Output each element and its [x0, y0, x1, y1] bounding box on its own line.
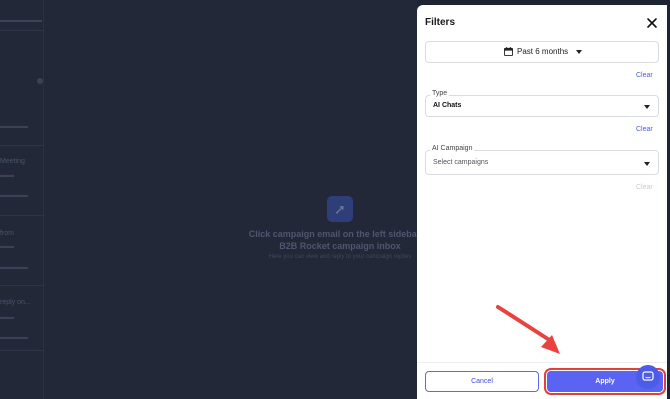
list-item: reply on...	[0, 299, 31, 306]
chevron-down-icon	[644, 162, 650, 166]
date-range-select[interactable]: Past 6 months	[425, 41, 659, 63]
ai-campaign-select[interactable]: AI Campaign Select campaigns	[425, 145, 659, 175]
ai-campaign-placeholder: Select campaigns	[433, 159, 489, 166]
date-range-value: Past 6 months	[517, 47, 569, 56]
ai-campaign-label: AI Campaign	[430, 145, 475, 152]
type-clear-link[interactable]: Clear	[636, 126, 653, 133]
conversation-list: ▬▬▬▬▬▬ ▬▬▬▬ Meeting ▬▬ ▬▬▬▬ from ▬▬ ▬▬▬▬…	[0, 0, 44, 399]
chevron-down-icon	[644, 105, 650, 109]
close-icon	[647, 18, 657, 28]
background-app: ▬▬▬▬▬▬ ▬▬▬▬ Meeting ▬▬ ▬▬▬▬ from ▬▬ ▬▬▬▬…	[0, 0, 431, 399]
filters-title: Filters	[425, 17, 456, 28]
cancel-button[interactable]: Cancel	[425, 371, 539, 392]
campaign-clear-link: Clear	[636, 184, 653, 191]
chat-widget-button[interactable]	[636, 365, 660, 389]
list-item: Meeting	[0, 158, 25, 165]
type-value: AI Chats	[433, 102, 462, 109]
date-clear-link[interactable]: Clear	[636, 72, 653, 79]
chat-bubble-icon	[642, 371, 654, 381]
type-label: Type	[430, 90, 450, 97]
filters-footer: Cancel Apply	[417, 362, 667, 399]
calendar-icon	[504, 47, 513, 56]
filters-panel: Filters Past 6 months Clear Type AI Chat…	[417, 5, 667, 399]
list-item: from	[0, 230, 14, 237]
list-indicator	[37, 78, 43, 84]
filters-header: Filters	[417, 5, 667, 39]
type-select[interactable]: Type AI Chats	[425, 90, 659, 117]
chevron-down-icon	[576, 49, 583, 54]
close-button[interactable]	[645, 16, 659, 30]
rocket-icon: ➚	[327, 196, 353, 222]
